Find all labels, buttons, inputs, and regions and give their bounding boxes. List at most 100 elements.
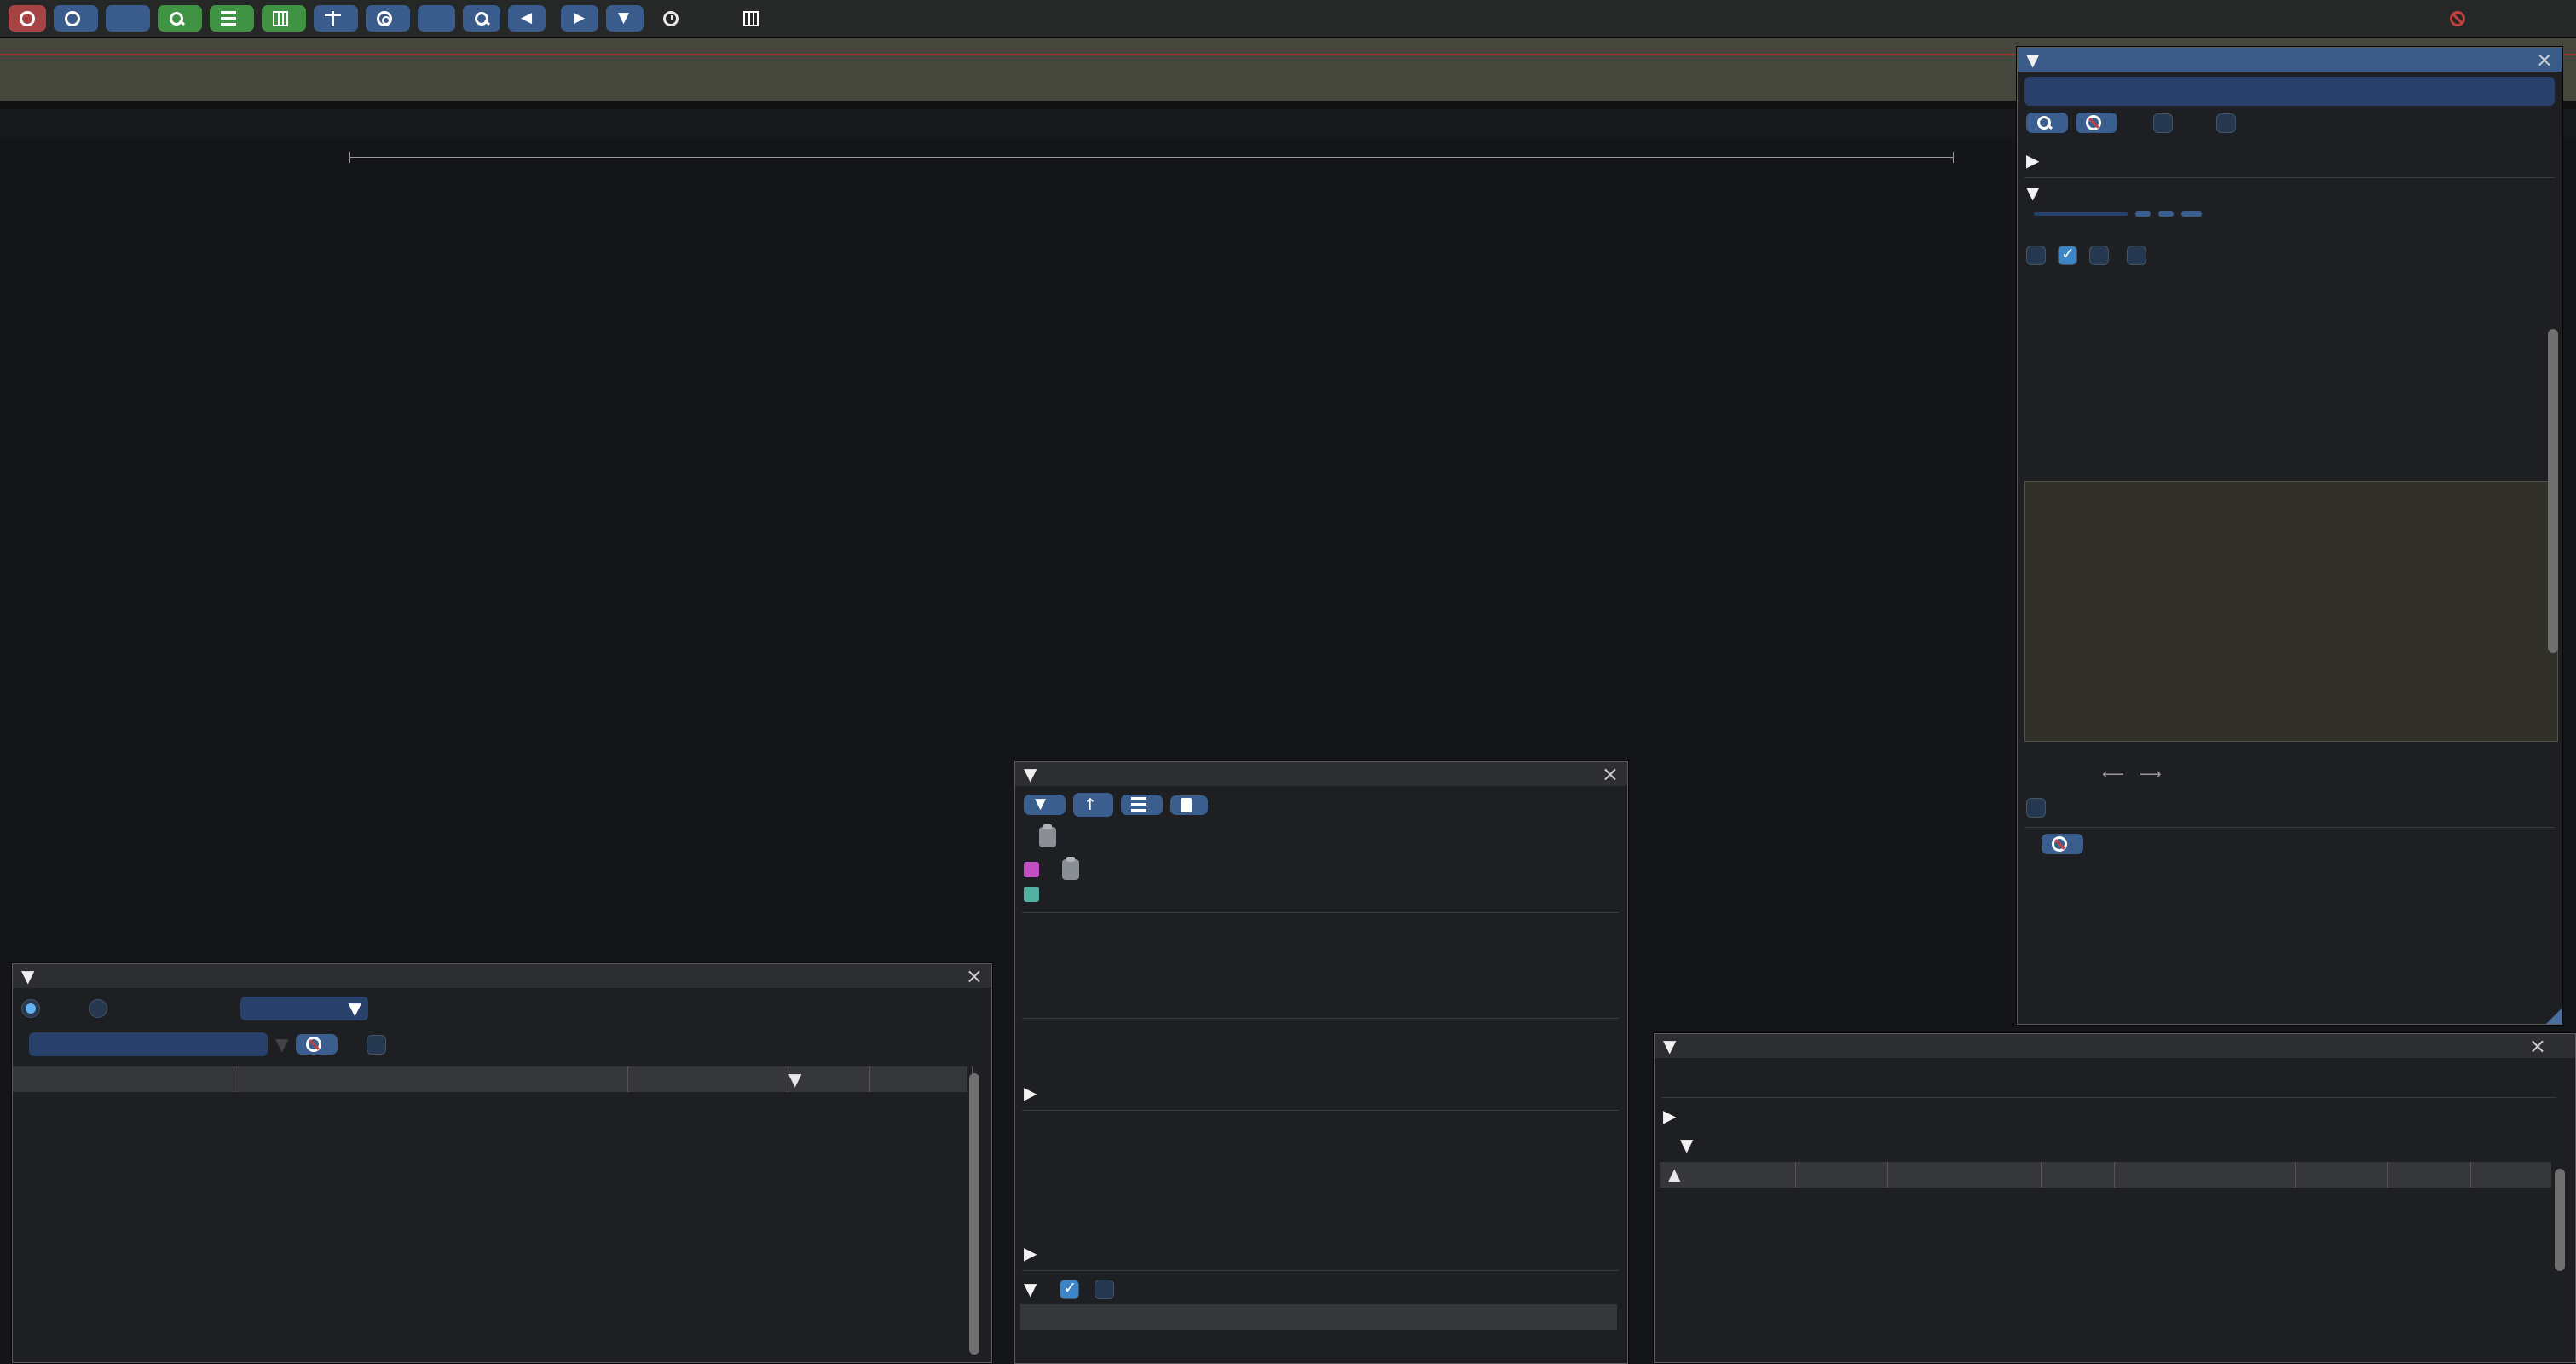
down-arrow-icon — [617, 11, 632, 26]
statistics-title-bar[interactable]: ▼× — [13, 964, 991, 988]
min-bin-input[interactable] — [2034, 212, 2128, 216]
clear-found-button[interactable] — [2042, 834, 2083, 854]
limit-range-checkbox[interactable] — [367, 1035, 386, 1055]
show-zone-time-checkbox[interactable] — [2026, 798, 2046, 818]
collapse-icon[interactable]: ▼ — [21, 966, 34, 986]
statistics-table[interactable] — [13, 1092, 967, 1363]
zone-info-title-bar[interactable]: ▼× — [1015, 762, 1627, 786]
clear-icon — [306, 1037, 321, 1052]
magnifier-icon — [169, 11, 184, 26]
clipboard-icon[interactable] — [1039, 827, 1056, 847]
allocations-expander[interactable]: ▶ — [1663, 1106, 1684, 1126]
messages-button[interactable] — [106, 5, 150, 32]
resize-grip[interactable] — [2546, 1009, 2562, 1024]
collapse-icon[interactable]: ▼ — [1024, 1279, 1037, 1299]
log-time-checkbox[interactable] — [2058, 246, 2077, 265]
magnifier-icon — [2036, 115, 2052, 130]
tools-button[interactable] — [418, 5, 455, 32]
zone-thread-row — [1024, 887, 1062, 902]
close-icon[interactable]: × — [966, 964, 983, 988]
fingerprint-icon — [377, 11, 392, 26]
zoom-to-zone-button[interactable] — [1024, 795, 1066, 815]
allocations-table[interactable] — [1660, 1188, 2551, 1363]
sampling-radio[interactable] — [89, 999, 107, 1018]
find-zone-panel: ▼× ▶ ▼ — [2017, 47, 2562, 1025]
prev-frame-button[interactable] — [508, 5, 546, 32]
collapse-icon[interactable]: ▼ — [1024, 764, 1037, 784]
instrumentation-radio[interactable] — [21, 999, 40, 1018]
find-zone-scrollbar[interactable] — [2548, 329, 2558, 653]
zoom-button[interactable] — [463, 5, 500, 32]
memory-icon — [743, 11, 759, 26]
find-zone-histogram[interactable] — [2024, 481, 2558, 742]
memory-panel: ▼× ▶ ▼ ▲ — [1654, 1033, 2576, 1363]
statistics-scrollbar[interactable] — [969, 1073, 979, 1355]
close-icon[interactable]: × — [1602, 762, 1619, 786]
compare-button[interactable] — [314, 5, 358, 32]
clipboard-icon[interactable] — [1062, 859, 1079, 880]
info-button[interactable] — [366, 5, 410, 32]
clear-button[interactable] — [2076, 113, 2117, 133]
zone-function-row — [1024, 827, 1056, 847]
clear-filter-button[interactable] — [296, 1034, 338, 1055]
bin-minus-button[interactable] — [2135, 211, 2151, 217]
time-relative-checkbox[interactable] — [1060, 1280, 1079, 1299]
find-zone-title-bar[interactable]: ▼× — [2018, 48, 2562, 72]
zone-location-row — [1024, 859, 1079, 880]
bin-plus-button[interactable] — [2158, 211, 2174, 217]
find-zone-search-input[interactable] — [2024, 77, 2555, 106]
log-values-checkbox[interactable] — [2026, 246, 2046, 265]
right-arrow-icon — [572, 11, 587, 26]
collapse-icon[interactable]: ▼ — [2026, 49, 2039, 70]
chevron-down-icon: ▼ — [349, 998, 361, 1019]
close-icon[interactable]: × — [2529, 1034, 2546, 1058]
limit-range-checkbox[interactable] — [2216, 113, 2236, 133]
magnifier-plus-icon — [474, 11, 489, 26]
cumulate-time-checkbox[interactable] — [2089, 246, 2109, 265]
wait-regions-expander[interactable]: ▶ — [1024, 1083, 1044, 1103]
messages-row: ▼ — [1024, 1279, 1122, 1299]
zone-color-swatch — [1024, 862, 1039, 877]
options-button[interactable] — [54, 5, 98, 32]
file-icon — [1181, 798, 1192, 812]
clock-icon — [663, 11, 679, 26]
active-allocations-expander[interactable]: ▼ — [1680, 1135, 1745, 1155]
next-frame-button[interactable] — [561, 5, 598, 32]
histogram-expander[interactable]: ▼ — [2026, 182, 2047, 203]
goto-frame-button[interactable] — [606, 5, 644, 32]
statistics-filter-row: ▼ — [21, 1032, 394, 1056]
allocations-table-header[interactable]: ▲ — [1660, 1162, 2551, 1188]
memory-button[interactable] — [262, 5, 306, 32]
power-button[interactable] — [9, 5, 46, 32]
timing-dropdown[interactable]: ▼ — [240, 997, 368, 1020]
exclude-children-checkbox[interactable] — [1095, 1280, 1114, 1299]
gear-icon — [65, 11, 80, 26]
matched-locations-expander[interactable]: ▶ — [2026, 150, 2054, 170]
source-button[interactable] — [1170, 795, 1208, 815]
ignore-case-checkbox[interactable] — [2153, 113, 2173, 133]
find-button[interactable] — [2026, 113, 2068, 133]
chart-icon — [1131, 797, 1146, 812]
collapse-icon[interactable]: ▼ — [1663, 1036, 1676, 1056]
allocations-list-expander[interactable]: ▶ — [1024, 1243, 1044, 1263]
find-zone-button[interactable] — [158, 5, 202, 32]
frame-separator-tick — [1953, 152, 1954, 163]
bin-reset-button[interactable] — [2181, 211, 2202, 217]
memory-title-bar[interactable]: ▼× — [1655, 1034, 2575, 1058]
zone-statistics-button[interactable] — [1121, 795, 1163, 815]
statistics-mode-row: ▼ — [21, 997, 368, 1020]
capture-time — [702, 11, 724, 26]
statistics-button[interactable] — [210, 5, 254, 32]
memory-scrollbar[interactable] — [2555, 1169, 2565, 1271]
power-icon — [20, 11, 35, 26]
frame-time — [663, 11, 685, 26]
thread-color-swatch — [1024, 887, 1039, 902]
go-to-parent-button[interactable]: ↑ — [1073, 793, 1113, 817]
self-time-checkbox[interactable] — [2127, 246, 2146, 265]
frame-separator-line — [349, 157, 1954, 158]
filter-input[interactable] — [29, 1032, 268, 1056]
funnel-icon[interactable]: ▼ — [275, 1034, 288, 1055]
zone-info-panel: ▼× ↑ ▶ — [1014, 761, 1628, 1364]
statistics-table-header[interactable]: ▼ — [13, 1066, 967, 1092]
close-icon[interactable]: × — [2536, 48, 2553, 72]
